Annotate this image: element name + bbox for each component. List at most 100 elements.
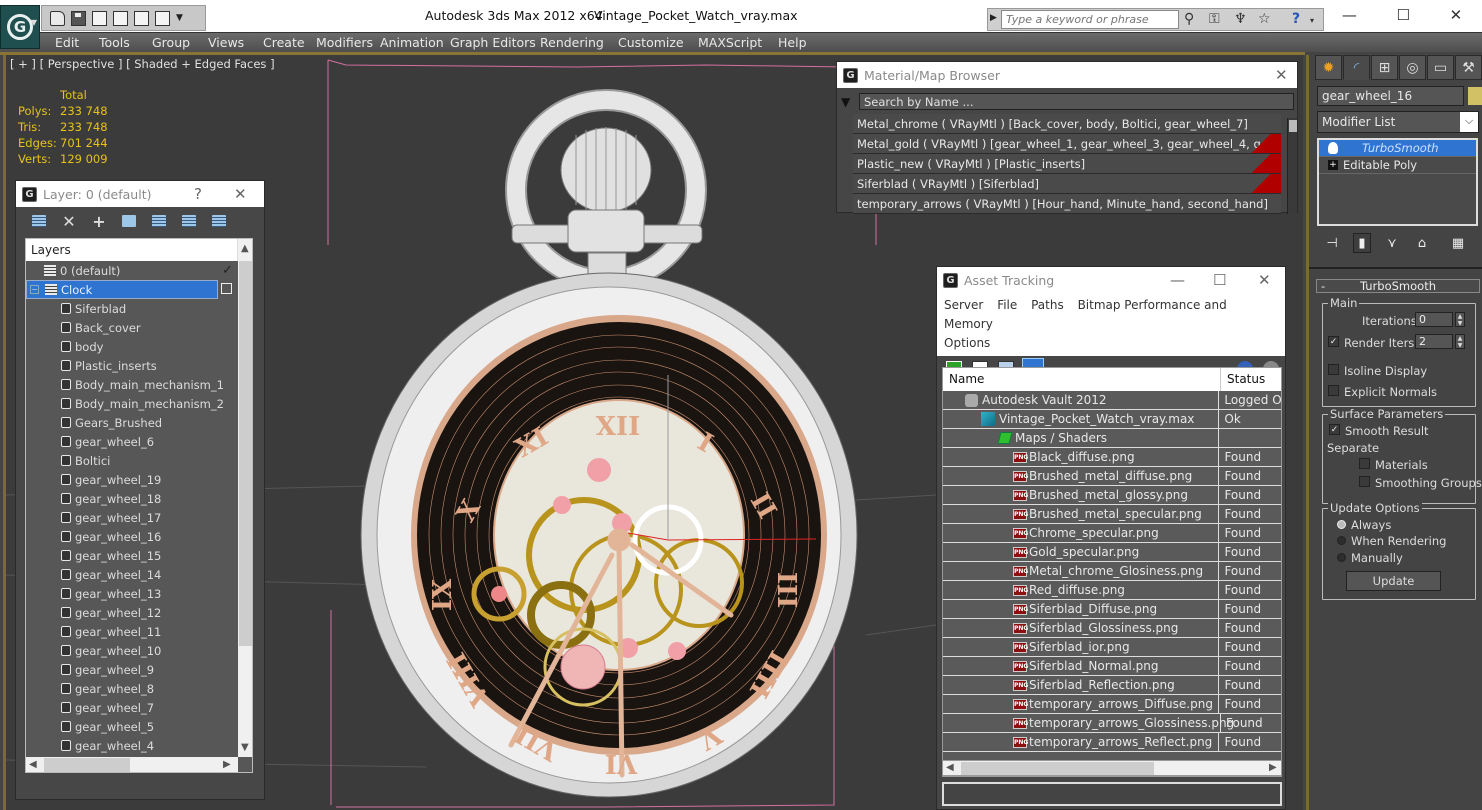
asset-row[interactable]: PNG Siferblad_ior.png Found <box>943 638 1281 657</box>
menu-edit[interactable]: Edit <box>55 35 79 50</box>
customize-dropdown-icon[interactable]: ▼ <box>176 13 183 23</box>
make-unique-icon[interactable]: ⋎ <box>1383 233 1401 253</box>
menu-graph-editors[interactable]: Graph Editors <box>450 35 536 50</box>
asset-row[interactable]: PNG Brushed_metal_diffuse.png Found <box>943 467 1281 486</box>
undo-icon[interactable] <box>92 10 107 26</box>
minimize-button[interactable]: — <box>1170 271 1185 289</box>
asset-row[interactable]: Maps / Shaders <box>943 429 1281 448</box>
delete-layer-icon[interactable]: ✕ <box>60 212 78 231</box>
layer-vertical-scrollbar[interactable]: ▲ ▼ <box>238 239 252 757</box>
layer-list[interactable]: Layers 0 (default) ✓ − Clock Siferblad Ba… <box>25 238 253 773</box>
scroll-right-icon[interactable]: ▶ <box>1269 762 1277 773</box>
layer-row-clock[interactable]: − Clock <box>26 280 232 299</box>
asset-row[interactable]: Autodesk Vault 2012 Logged Ou <box>943 391 1281 410</box>
layer-row-default[interactable]: 0 (default) ✓ <box>26 261 252 280</box>
object-color-swatch[interactable] <box>1468 87 1482 105</box>
asset-path-field[interactable] <box>942 782 1282 806</box>
asset-row[interactable]: PNG Red_diffuse.png Found <box>943 581 1281 600</box>
key-icon[interactable]: ⚿ <box>1209 11 1220 27</box>
material-list-scrollbar[interactable] <box>1287 118 1297 214</box>
add-to-layer-icon[interactable]: + <box>90 212 108 231</box>
menu-options[interactable]: Options <box>944 336 990 350</box>
help-button[interactable]: ? <box>194 185 202 203</box>
asset-row[interactable]: PNG temporary_arrows_Reflect.png Found <box>943 733 1281 752</box>
scrollbar-thumb[interactable] <box>44 758 130 772</box>
create-tab-icon[interactable]: ✹ <box>1315 55 1342 80</box>
layer-horizontal-scrollbar[interactable]: ◀ ▶ <box>26 757 238 772</box>
collapse-icon[interactable]: − <box>30 285 39 294</box>
layer-object-row[interactable]: gear_wheel_11 <box>26 622 252 641</box>
asset-tracking-titlebar[interactable]: G Asset Tracking — ☐ ✕ <box>937 267 1285 293</box>
save-file-icon[interactable] <box>71 10 86 26</box>
lightbulb-icon[interactable] <box>1328 142 1338 154</box>
layer-object-row[interactable]: gear_wheel_19 <box>26 470 252 489</box>
render-iters-spinner[interactable]: 2 <box>1415 334 1453 349</box>
smooth-result-checkbox[interactable]: ✓ <box>1329 424 1340 435</box>
turbosmooth-rollout-header[interactable]: - TurboSmooth <box>1316 279 1480 293</box>
project-folder-icon[interactable] <box>113 10 128 26</box>
material-list[interactable]: Metal_chrome ( VRayMtl ) [Back_cover, bo… <box>853 114 1281 214</box>
update-button[interactable]: Update <box>1346 571 1441 591</box>
layer-object-row[interactable]: Back_cover <box>26 318 252 337</box>
asset-row[interactable]: PNG Metal_chrome_Glosiness.png Found <box>943 562 1281 581</box>
separate-smoothing-groups-checkbox[interactable] <box>1359 476 1370 487</box>
asset-row[interactable]: PNG Brushed_metal_glossy.png Found <box>943 486 1281 505</box>
expand-icon[interactable]: + <box>1328 160 1338 170</box>
layer-object-row[interactable]: gear_wheel_9 <box>26 660 252 679</box>
expand-arrow-icon[interactable]: ▶ <box>990 13 997 23</box>
redo-icon[interactable] <box>134 10 149 26</box>
current-layer-checkbox[interactable] <box>221 283 232 294</box>
material-row[interactable]: Metal_gold ( VRayMtl ) [gear_wheel_1, ge… <box>853 134 1281 154</box>
utilities-tab-icon[interactable]: ⚒ <box>1455 55 1482 80</box>
asset-row[interactable]: PNG temporary_arrows_Glossiness.png Found <box>943 714 1281 733</box>
star-icon[interactable]: ☆ <box>1258 11 1271 27</box>
scroll-left-icon[interactable]: ◀ <box>946 762 954 773</box>
scrollbar-thumb[interactable] <box>239 261 252 646</box>
column-name[interactable]: Name <box>943 368 1221 391</box>
stack-item-editable-poly[interactable]: + Editable Poly <box>1319 157 1476 174</box>
app-menu-button[interactable]: G ▼ <box>0 5 40 49</box>
configure-modifier-sets-icon[interactable]: ▦ <box>1449 233 1467 253</box>
column-status[interactable]: Status <box>1221 368 1271 391</box>
manually-radio[interactable] <box>1337 553 1346 562</box>
asset-row[interactable]: PNG Brushed_metal_specular.png Found <box>943 505 1281 524</box>
show-end-result-icon[interactable]: ▮ <box>1353 233 1371 253</box>
material-row[interactable]: Siferblad ( VRayMtl ) [Siferblad] <box>853 174 1281 194</box>
select-layer-icon[interactable] <box>150 212 168 230</box>
menu-animation[interactable]: Animation <box>380 35 444 50</box>
help-dropdown-icon[interactable]: ▾ <box>1310 16 1314 25</box>
modifier-list-dropdown[interactable]: Modifier List ⌵ <box>1317 111 1479 133</box>
menu-server[interactable]: Server <box>944 298 983 312</box>
modifier-stack[interactable]: TurboSmooth + Editable Poly <box>1317 138 1478 226</box>
collapse-icon[interactable]: - <box>1321 280 1325 292</box>
stack-item-turbosmooth[interactable]: TurboSmooth <box>1319 140 1476 157</box>
always-radio[interactable] <box>1337 520 1346 529</box>
menu-file[interactable]: File <box>997 298 1017 312</box>
chevron-down-icon[interactable]: ⌵ <box>1460 112 1478 132</box>
isoline-display-checkbox[interactable] <box>1328 364 1339 375</box>
modify-tab-icon[interactable]: ◜ <box>1343 55 1370 80</box>
display-tab-icon[interactable]: ▭ <box>1427 55 1454 80</box>
menu-modifiers[interactable]: Modifiers <box>316 35 373 50</box>
layer-object-row[interactable]: Plastic_inserts <box>26 356 252 375</box>
layer-object-row[interactable]: Siferblad <box>26 299 252 318</box>
layer-settings-icon[interactable] <box>210 212 228 230</box>
pin-stack-icon[interactable]: ⊣ <box>1323 233 1341 253</box>
menu-views[interactable]: Views <box>208 35 244 50</box>
select-objects-icon[interactable] <box>120 212 138 230</box>
layer-object-row[interactable]: gear_wheel_14 <box>26 565 252 584</box>
menu-paths[interactable]: Paths <box>1031 298 1064 312</box>
asset-row[interactable]: PNG Siferblad_Reflection.png Found <box>943 676 1281 695</box>
layer-object-row[interactable]: gear_wheel_18 <box>26 489 252 508</box>
layer-object-row[interactable]: gear_wheel_15 <box>26 546 252 565</box>
highlight-layer-icon[interactable] <box>180 212 198 230</box>
open-file-icon[interactable] <box>50 10 65 26</box>
spinner-arrows-icon[interactable]: ▲ ▼ <box>1455 312 1465 327</box>
layer-object-row[interactable]: gear_wheel_8 <box>26 679 252 698</box>
layer-object-row[interactable]: gear_wheel_6 <box>26 432 252 451</box>
asset-row[interactable]: PNG Chrome_specular.png Found <box>943 524 1281 543</box>
spinner-arrows-icon[interactable]: ▲ ▼ <box>1455 334 1465 349</box>
menu-rendering[interactable]: Rendering <box>540 35 604 50</box>
close-button[interactable]: ✕ <box>1450 6 1463 24</box>
material-row[interactable]: Metal_chrome ( VRayMtl ) [Back_cover, bo… <box>853 114 1281 134</box>
